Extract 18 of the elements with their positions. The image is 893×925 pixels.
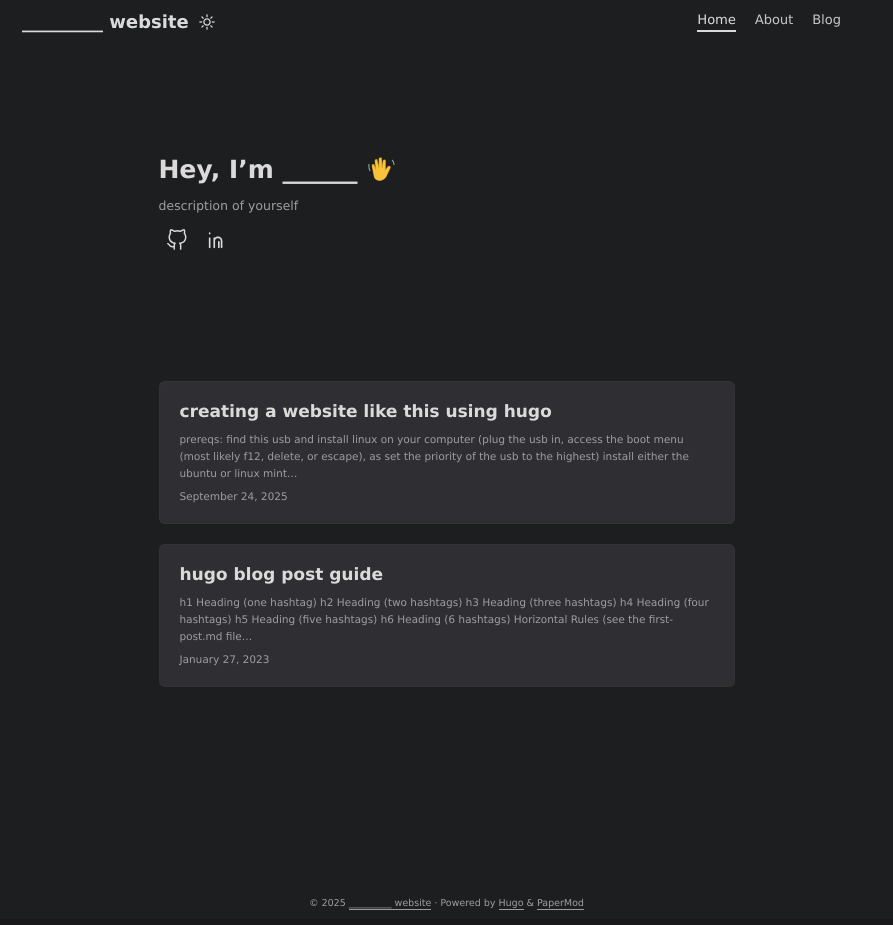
footer-link[interactable]: Hugo	[498, 898, 524, 910]
post-date: September 24, 2025	[180, 491, 289, 503]
post-excerpt: prereqs: find this usb and install linux on your computer (plug the usb in, access the boot menu (most likely f12, delete, or escape), as set the priority of the usb to the highest) install either the ubuntu or linux mint…	[180, 433, 690, 482]
footer-link[interactable]: PaperMod	[536, 898, 584, 910]
github-icon[interactable]	[166, 229, 188, 251]
hero-description: description of yourself	[158, 198, 300, 213]
nav-link[interactable]: Home	[697, 12, 736, 32]
nav-link[interactable]: Blog	[812, 12, 841, 32]
post-title: creating a website like this using hugo	[180, 402, 553, 422]
footer-text: © 2025 _________ website · Powered by Hugo & PaperMod	[309, 898, 584, 909]
post-excerpt: h1 Heading (one hashtag) h2 Heading (two hashtags) h3 Heading (three hashtags) h4 Heading (four hashtags) h5 Heading (five hashtags) h6 Heading (6 hashtags) Horizontal Rules (see the first-post.md file…	[180, 596, 710, 645]
post-title: hugo blog post guide	[180, 565, 384, 585]
site-logo[interactable]: _________ website	[22, 12, 189, 32]
sun-icon[interactable]	[198, 14, 215, 30]
nav-link[interactable]: About	[754, 12, 794, 32]
footer-link[interactable]: _________ website	[348, 898, 432, 910]
hero-heading: Hey, I’m ______	[158, 154, 358, 184]
post-date: January 27, 2023	[180, 654, 270, 666]
